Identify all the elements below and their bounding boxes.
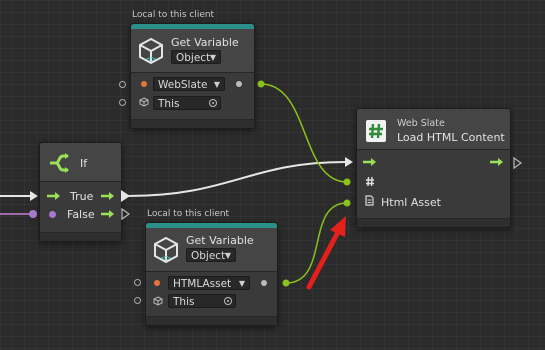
wire-webslate-end	[343, 178, 351, 186]
flow-out-arrow-icon	[101, 210, 114, 218]
wire-flow-in-arrowhead	[30, 191, 38, 201]
input-port-target-1[interactable]	[119, 99, 126, 106]
target-picker-icon[interactable]	[224, 297, 232, 305]
document-icon	[365, 195, 374, 206]
wire-true-arrowhead	[345, 157, 353, 167]
variable-dropdown[interactable]: HTMLAsset ▼	[168, 276, 250, 290]
flow-output-port-icon[interactable]	[513, 157, 522, 169]
target-field-value: This	[173, 296, 195, 308]
node-title: Get Variable	[171, 36, 239, 49]
get-variable-node-1[interactable]: <> Get Variable Object ▼ WebSlate ▼ This	[130, 23, 255, 129]
node-footer	[131, 119, 254, 128]
node-subtitle: Web Slate	[397, 118, 445, 129]
flow-in-arrow-icon	[47, 192, 60, 200]
wire-htmlasset-end	[343, 199, 351, 207]
type-dropdown[interactable]: Object ▼	[186, 248, 236, 262]
cube-variable-icon: <>	[139, 37, 163, 65]
svg-text:<>: <>	[161, 254, 172, 264]
wire-webslate	[260, 83, 348, 183]
branch-icon	[50, 153, 69, 173]
if-node[interactable]: If True False	[39, 142, 122, 242]
header-stripe	[146, 223, 277, 228]
wire-webslate-start	[257, 80, 265, 88]
get-variable-node-2[interactable]: <> Get Variable Object ▼ HTMLAsset ▼ Thi…	[145, 222, 278, 326]
boolean-port-icon	[49, 211, 56, 218]
chevron-down-icon: ▼	[213, 80, 220, 89]
node-footer	[357, 218, 510, 227]
cube-icon	[139, 97, 149, 107]
chevron-down-icon: ▼	[224, 251, 231, 260]
output-port[interactable]	[236, 81, 242, 87]
type-dropdown[interactable]: Object ▼	[171, 50, 221, 64]
node-title: If	[80, 157, 88, 170]
node-footer	[146, 316, 277, 325]
node-footer	[40, 232, 121, 241]
variable-dropdown-value: HTMLAsset	[173, 278, 232, 290]
target-field-value: This	[158, 98, 180, 110]
node-title: Get Variable	[186, 234, 254, 247]
false-label: False	[67, 208, 95, 221]
variable-port-icon	[141, 81, 147, 87]
input-port-target-2[interactable]	[134, 297, 141, 304]
variable-port-icon	[154, 280, 160, 286]
target-field[interactable]: This	[153, 96, 221, 110]
true-label: True	[70, 190, 94, 203]
target-field[interactable]: This	[168, 294, 236, 308]
hash-document-icon	[366, 120, 386, 142]
output-port[interactable]	[261, 280, 267, 286]
false-output-port-icon[interactable]	[121, 208, 130, 220]
local-label-1: Local to this client	[132, 10, 215, 20]
type-dropdown-value: Object	[191, 250, 226, 262]
chevron-down-icon: ▼	[238, 279, 245, 288]
chevron-down-icon: ▼	[209, 53, 216, 62]
input-port-variable-1[interactable]	[119, 81, 126, 88]
type-dropdown-value: Object	[176, 52, 211, 64]
input-port-variable-2[interactable]	[134, 279, 141, 286]
local-label-2: Local to this client	[147, 209, 230, 219]
false-input-port[interactable]	[29, 210, 37, 218]
header-stripe	[131, 24, 254, 29]
flow-in-arrow-icon	[363, 158, 376, 166]
variable-dropdown[interactable]: WebSlate ▼	[153, 77, 225, 91]
load-html-content-node[interactable]: Web Slate Load HTML Content Html Asset	[356, 108, 511, 228]
svg-text:<>: <>	[146, 55, 157, 65]
html-asset-label: Html Asset	[381, 196, 441, 209]
cube-variable-icon: <>	[154, 236, 178, 264]
wire-htmlasset-start	[282, 279, 290, 287]
wire-true-to-load	[127, 161, 346, 197]
hash-icon	[366, 176, 374, 187]
true-output-port-icon[interactable]	[121, 190, 130, 202]
target-picker-icon[interactable]	[209, 99, 217, 107]
variable-dropdown-value: WebSlate	[158, 79, 208, 91]
node-title: Load HTML Content	[397, 131, 505, 144]
flow-out-arrow-icon	[490, 158, 503, 166]
cube-icon	[153, 296, 163, 306]
flow-out-arrow-icon	[101, 192, 114, 200]
